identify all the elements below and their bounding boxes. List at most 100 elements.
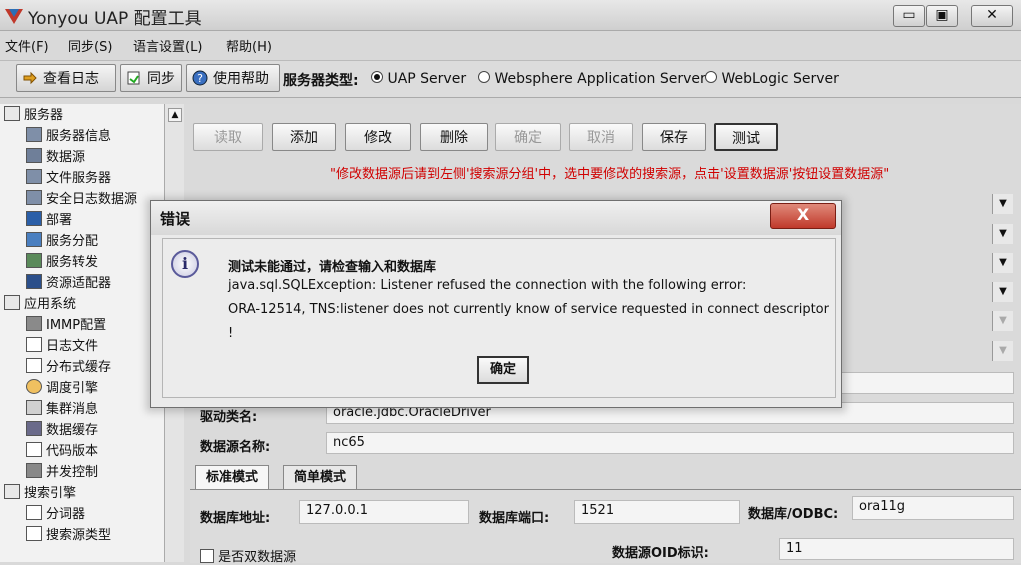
- tree-item[interactable]: 服务分配: [26, 232, 98, 252]
- tree-item[interactable]: 数据源: [26, 148, 85, 168]
- folder-icon: [4, 484, 20, 499]
- chevron-down-icon[interactable]: ▼: [992, 194, 1013, 214]
- edit-button[interactable]: 修改: [345, 123, 411, 151]
- dual-datasource-label: 是否双数据源: [218, 550, 297, 565]
- chevron-down-icon[interactable]: ▼: [992, 253, 1013, 273]
- radio-unselected: [478, 71, 490, 83]
- db-address-label: 数据库地址:: [200, 511, 271, 526]
- tree-item[interactable]: 调度引擎: [26, 379, 98, 399]
- view-log-label: 查看日志: [43, 71, 99, 87]
- monitor-icon: [26, 169, 42, 184]
- minimize-button[interactable]: ▭: [893, 5, 925, 27]
- restore-button[interactable]: ▣: [926, 5, 958, 27]
- file-icon: [26, 505, 42, 520]
- tree-item[interactable]: 日志文件: [26, 337, 98, 357]
- menu-help[interactable]: 帮助(H): [226, 36, 272, 55]
- delete-button[interactable]: 删除: [420, 123, 488, 151]
- db-odbc-field[interactable]: ora11g: [852, 496, 1014, 520]
- close-button[interactable]: ✕: [971, 5, 1013, 27]
- chevron-down-icon[interactable]: ▼: [992, 341, 1013, 361]
- tree-item[interactable]: 集群消息: [26, 400, 98, 420]
- dialog-ok-button[interactable]: 确定: [477, 356, 529, 384]
- navigation-tree: 服务器服务器信息数据源 文件服务器 安全日志数据源 部署 服务分配 服务转发资源适配器应用…: [0, 104, 165, 562]
- test-button[interactable]: 测试: [714, 123, 778, 151]
- file-icon: [26, 442, 42, 457]
- sync-icon: [127, 71, 140, 85]
- tree-item[interactable]: IMMP配置: [26, 316, 106, 336]
- server-option-weblogic[interactable]: WebLogic Server: [705, 71, 839, 87]
- error-message-title: 测试未能通过，请检查输入和数据库: [228, 260, 437, 275]
- view-log-button[interactable]: 查看日志: [16, 64, 116, 92]
- tree-item-label: 服务器信息: [46, 129, 112, 144]
- tree-item-label: 代码版本: [46, 444, 99, 459]
- server-option-label: WebLogic Server: [721, 71, 839, 87]
- tab-simple-mode[interactable]: 简单模式: [283, 465, 358, 490]
- tree-item[interactable]: 搜索源类型: [26, 526, 111, 546]
- sync-label: 同步: [147, 71, 175, 87]
- chevron-down-icon[interactable]: ▼: [992, 282, 1013, 302]
- db-address-field[interactable]: 127.0.0.1: [299, 500, 469, 524]
- tree-item[interactable]: 安全日志数据源: [26, 190, 137, 210]
- read-button[interactable]: 读取: [193, 123, 263, 151]
- menu-sync[interactable]: 同步(S): [68, 36, 112, 55]
- app-logo-icon: [5, 9, 23, 24]
- add-button[interactable]: 添加: [272, 123, 336, 151]
- hint-text: "修改数据源后请到左侧'搜索源分组'中，选中要修改的搜索源，点击'设置数据源'按…: [330, 167, 890, 182]
- server-option-label: Websphere Application Server: [494, 71, 706, 87]
- tree-group[interactable]: 应用系统: [4, 295, 76, 315]
- file-icon: [26, 358, 42, 373]
- tree-item-label: 应用系统: [24, 297, 77, 312]
- sync-button[interactable]: 同步: [120, 64, 182, 92]
- cancel-button[interactable]: 取消: [569, 123, 633, 151]
- db-port-field[interactable]: 1521: [574, 500, 740, 524]
- menu-language[interactable]: 语言设置(L): [133, 36, 202, 55]
- tree-group[interactable]: 搜索引擎: [4, 484, 76, 504]
- chevron-down-icon[interactable]: ▼: [992, 311, 1013, 331]
- tree-item[interactable]: 服务器信息: [26, 127, 111, 147]
- tree-item[interactable]: 部署: [26, 211, 72, 231]
- tab-standard-mode[interactable]: 标准模式: [195, 465, 270, 490]
- tree-item-label: 服务器: [24, 108, 64, 123]
- datasource-name-field[interactable]: nc65: [326, 432, 1014, 454]
- oid-field[interactable]: 11: [779, 538, 1014, 560]
- folder-icon: [4, 106, 20, 121]
- chevron-down-icon[interactable]: ▼: [992, 224, 1013, 244]
- menu-file[interactable]: 文件(F): [5, 36, 49, 55]
- tree-item[interactable]: 资源适配器: [26, 274, 111, 294]
- tree-item[interactable]: 并发控制: [26, 463, 98, 483]
- tree-item[interactable]: 服务转发: [26, 253, 98, 273]
- tree-item-label: 并发控制: [46, 465, 99, 480]
- tree-item[interactable]: 分词器: [26, 505, 85, 525]
- help-label: 使用帮助: [213, 71, 269, 87]
- help-icon: ?: [192, 70, 208, 86]
- tree-item-label: 日志文件: [46, 339, 99, 354]
- tree-group[interactable]: 服务器: [4, 106, 63, 126]
- list-icon: [26, 463, 42, 478]
- dual-datasource-checkbox[interactable]: 是否双数据源: [200, 546, 296, 565]
- tree-item[interactable]: 文件服务器: [26, 169, 111, 189]
- oid-label: 数据源OID标识:: [612, 546, 709, 561]
- dialog-close-button[interactable]: X: [770, 203, 836, 229]
- tree-item[interactable]: 分布式缓存: [26, 358, 111, 378]
- error-message-line: ORA-12514, TNS:listener does not current…: [228, 302, 829, 317]
- tree-item[interactable]: 代码版本: [26, 442, 98, 462]
- file-icon: [26, 526, 42, 541]
- tree-item-label: 分词器: [46, 507, 86, 522]
- datasource-name-label: 数据源名称:: [200, 440, 271, 455]
- server-option-websphere[interactable]: Websphere Application Server: [478, 71, 706, 87]
- hidden-field[interactable]: [838, 372, 1014, 394]
- radio-unselected: [705, 71, 717, 83]
- file-icon: [26, 337, 42, 352]
- monitor-icon: [26, 190, 42, 205]
- dialog-title-bar[interactable]: [151, 201, 841, 235]
- confirm-button[interactable]: 确定: [495, 123, 561, 151]
- tree-item[interactable]: 数据缓存: [26, 421, 98, 441]
- tree-item-label: 分布式缓存: [46, 360, 112, 375]
- server-option-uap[interactable]: UAP Server: [371, 71, 466, 87]
- tree-item-label: 集群消息: [46, 402, 99, 417]
- help-button[interactable]: ? 使用帮助: [186, 64, 280, 92]
- save-button[interactable]: 保存: [642, 123, 706, 151]
- radio-selected: [371, 71, 383, 83]
- tree-item-label: 资源适配器: [46, 276, 112, 291]
- monitor-icon: [26, 127, 42, 142]
